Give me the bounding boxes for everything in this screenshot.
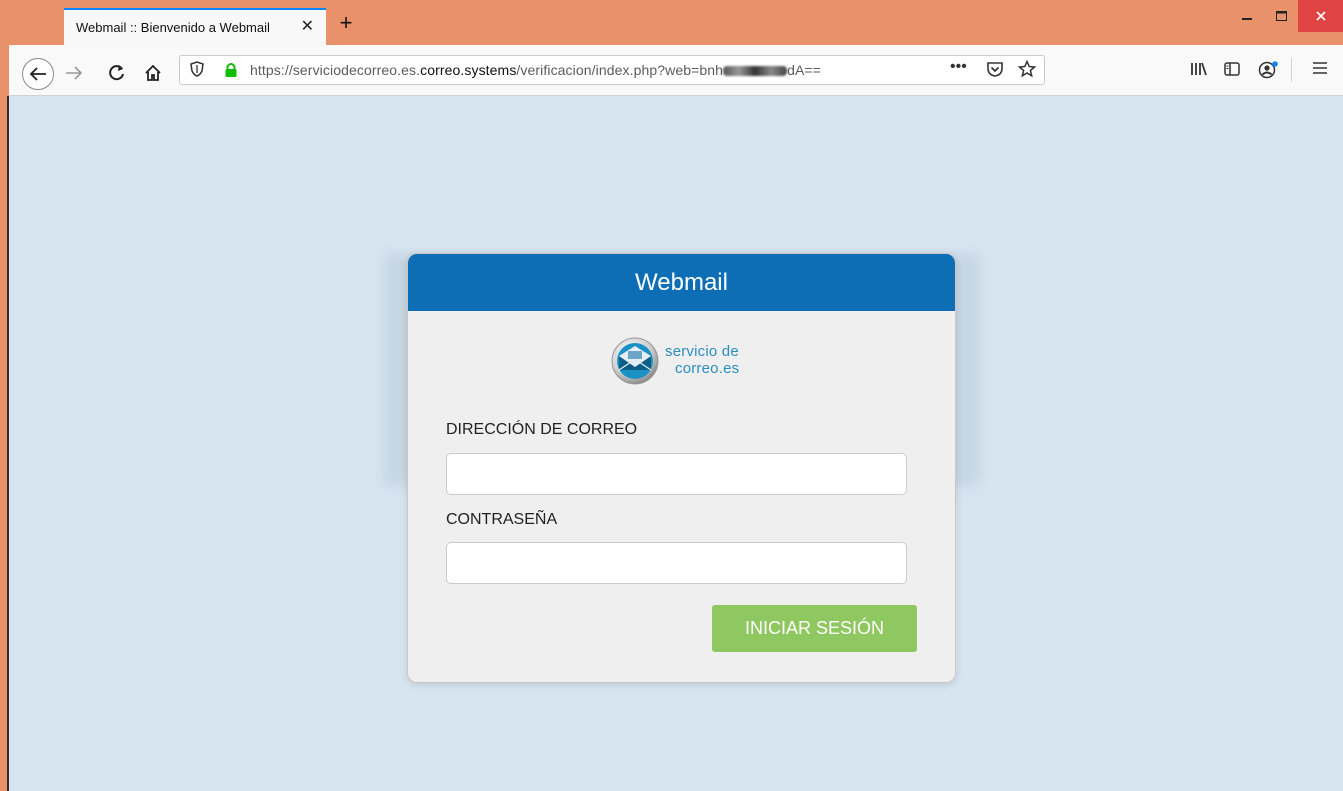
- logo-text-line2: correo.es: [675, 360, 740, 377]
- minimize-icon[interactable]: [1230, 0, 1264, 32]
- url-suffix: dA==: [787, 62, 821, 78]
- tracking-shield-icon[interactable]: [190, 61, 204, 80]
- browser-tab-active[interactable]: Webmail :: Bienvenido a Webmail ✕: [64, 8, 326, 45]
- menu-icon[interactable]: [1312, 61, 1328, 80]
- toolbar-separator: [1291, 58, 1292, 82]
- password-field[interactable]: [446, 542, 907, 584]
- pocket-icon[interactable]: [986, 60, 1004, 82]
- email-field[interactable]: [446, 453, 907, 495]
- password-label: CONTRASEÑA: [446, 511, 558, 528]
- email-label: DIRECCIÓN DE CORREO: [446, 421, 638, 438]
- new-tab-button[interactable]: +: [334, 12, 358, 36]
- browser-titlebar: Webmail :: Bienvenido a Webmail ✕ +: [0, 0, 1343, 45]
- lock-icon[interactable]: [224, 62, 238, 83]
- tab-title: Webmail :: Bienvenido a Webmail: [76, 20, 270, 35]
- sidebar-icon[interactable]: [1224, 61, 1240, 82]
- url-text[interactable]: https://serviciodecorreo.es.correo.syste…: [250, 62, 821, 78]
- home-icon[interactable]: [141, 61, 165, 85]
- reload-icon[interactable]: [105, 61, 129, 85]
- login-submit-button[interactable]: INICIAR SESIÓN: [712, 605, 917, 652]
- page-actions-icon[interactable]: •••: [950, 58, 967, 76]
- url-redacted-segment: [723, 66, 788, 77]
- url-bar[interactable]: https://serviciodecorreo.es.correo.syste…: [179, 55, 1045, 85]
- logo-text-line1: servicio de: [665, 343, 739, 360]
- maximize-icon[interactable]: [1264, 0, 1298, 32]
- login-title: Webmail: [635, 268, 728, 296]
- browser-navbar: https://serviciodecorreo.es.correo.syste…: [9, 45, 1343, 96]
- brand-logo: servicio de correo.es: [611, 336, 761, 386]
- bookmark-star-icon[interactable]: [1017, 59, 1037, 82]
- library-icon[interactable]: [1190, 61, 1208, 82]
- url-prefix: https://serviciodecorreo.es.: [250, 62, 421, 78]
- window-frame-edge: [7, 96, 9, 791]
- account-icon[interactable]: [1258, 61, 1280, 84]
- tab-close-icon[interactable]: ✕: [301, 17, 314, 37]
- url-path: /verificacion/index.php?web=bnh: [516, 62, 724, 78]
- close-window-icon[interactable]: [1298, 0, 1343, 32]
- back-arrow-icon[interactable]: [22, 58, 54, 90]
- login-header: Webmail: [408, 254, 955, 311]
- url-host: correo.systems: [420, 62, 517, 78]
- forward-arrow-icon[interactable]: [62, 61, 86, 85]
- login-card: Webmail servicio de correo.es DIRECCIÓN …: [407, 253, 956, 683]
